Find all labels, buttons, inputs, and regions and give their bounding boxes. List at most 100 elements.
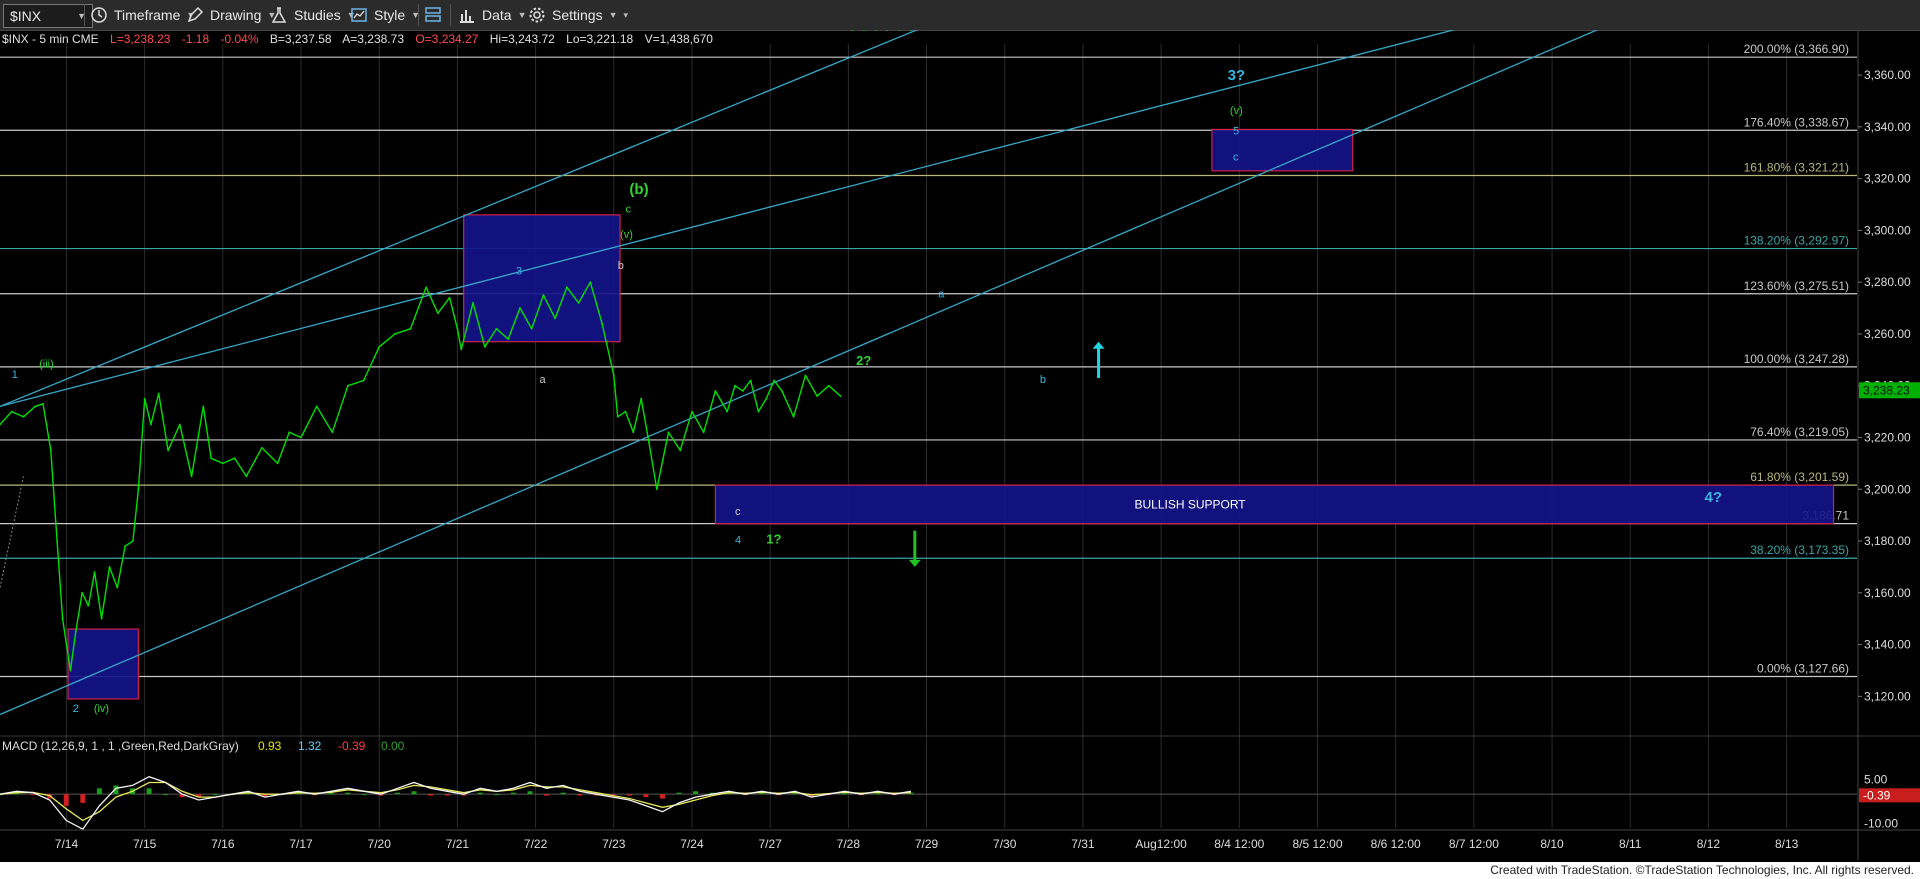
price-point [851, 30, 854, 31]
price-point [261, 446, 263, 449]
price-point [655, 488, 658, 491]
settings-menu[interactable]: Settings ▼ ▾ [528, 4, 628, 26]
price-point [495, 327, 498, 330]
bullish-support-label: BULLISH SUPPORT [1134, 497, 1246, 511]
y-axis-tick-label: 3,140.00 [1864, 638, 1911, 652]
trendlines [0, 30, 1599, 716]
x-axis-tick-label: Aug12:00 [1135, 837, 1187, 851]
price-point [288, 431, 291, 434]
x-axis-tick-label: 7/28 [837, 837, 861, 851]
price-point [190, 475, 193, 478]
price-point [210, 457, 213, 460]
price-point [519, 307, 521, 309]
macd-histogram-bar [676, 792, 682, 795]
x-axis-tick-label: 7/24 [680, 837, 704, 851]
symbol-selector[interactable]: $INX ▼ [3, 4, 93, 28]
toolbar-divider [450, 4, 451, 26]
price-point [804, 374, 807, 377]
price-point [315, 405, 318, 408]
wave-label: (iv) [94, 703, 109, 715]
price-line [0, 281, 841, 672]
x-axis-tick-label: 8/12 [1697, 837, 1721, 851]
copyright-footer: Created with TradeStation. ©TradeStation… [1490, 863, 1914, 877]
chart-style-icon [351, 8, 367, 22]
price-point [780, 389, 783, 392]
wave-label: 1 [12, 369, 18, 381]
timeframe-label: Timeframe [114, 7, 181, 23]
data-label: Data [482, 7, 512, 23]
price-point [577, 301, 580, 304]
macd-histogram-bar [444, 794, 450, 796]
wave-label: a [540, 374, 547, 386]
macd-histogram-bar [411, 791, 417, 795]
chart-toolbar: $INX ▼ Timeframe ▼ Drawing ▼ Studies ▼ S… [0, 0, 1920, 31]
drawing-menu[interactable]: Drawing ▼ [186, 4, 276, 26]
macd-histogram-bar [394, 792, 400, 795]
wave-label: c [626, 203, 632, 215]
macd-histogram-bar [659, 794, 665, 799]
layout-button[interactable] [424, 4, 448, 26]
macd-histogram-bar [875, 793, 881, 795]
price-point [202, 405, 205, 408]
macd-axis-label: 5.00 [1864, 773, 1888, 787]
trend-channel-line [0, 30, 1456, 408]
y-axis-tick-label: 3,340.00 [1864, 120, 1911, 134]
more-caret-icon: ▾ [623, 9, 629, 20]
y-axis-tick-label: 3,160.00 [1864, 586, 1911, 600]
price-point [167, 449, 170, 452]
x-axis-tick-label: 8/5 12:00 [1292, 837, 1342, 851]
price-point [436, 312, 439, 315]
x-axis-tick-label: 8/4 12:00 [1214, 837, 1264, 851]
price-point [773, 379, 775, 382]
timeframe-menu[interactable]: Timeframe ▼ [90, 4, 195, 26]
price-point [378, 345, 381, 348]
price-point [691, 410, 693, 413]
style-menu[interactable]: Style ▼ [350, 4, 420, 26]
price-point [143, 397, 146, 400]
price-point [178, 423, 181, 426]
wave-label: 4? [1705, 489, 1723, 506]
x-axis-tick-label: 7/30 [993, 837, 1017, 851]
studies-label: Studies [294, 7, 341, 23]
price-point [221, 462, 224, 465]
arrow-head [908, 559, 921, 567]
x-axis-tick-label: 7/22 [524, 837, 548, 851]
price-point [150, 423, 152, 426]
price-chart[interactable]: 200.00% (3,366.90)176.40% (3,338.67)161.… [0, 30, 1920, 862]
macd-histogram-bar [80, 794, 86, 803]
price-point [554, 317, 557, 320]
price-point [827, 384, 830, 387]
price-point [393, 333, 396, 335]
macd-histogram-bar [428, 794, 434, 796]
price-point [276, 462, 279, 465]
x-axis-tick-label: 7/27 [758, 837, 782, 851]
macd-signal-line [0, 781, 911, 822]
price-point [81, 591, 83, 594]
macd-histogram-bar [560, 792, 566, 795]
wave-label: (iii) [39, 359, 54, 371]
macd-histogram-bar [577, 794, 583, 796]
price-point [56, 540, 58, 542]
x-axis-tick-label: 7/20 [368, 837, 392, 851]
price-point [245, 475, 248, 478]
wave-label: (b) [629, 181, 648, 198]
toolbar-divider [418, 4, 419, 26]
macd-histogram-bar [328, 793, 334, 795]
price-point [648, 441, 650, 444]
price-point [734, 384, 736, 387]
price-point [741, 389, 744, 392]
style-label: Style [374, 7, 406, 23]
drawing-label: Drawing [210, 7, 262, 23]
price-point [874, 30, 877, 31]
macd-histogram-bar [345, 792, 351, 795]
x-axis-tick-label: 8/11 [1619, 837, 1642, 851]
y-axis-tick-label: 3,280.00 [1864, 275, 1911, 289]
x-axis-tick-label: 7/15 [133, 837, 157, 851]
wave-label: b [618, 260, 624, 272]
macd-histogram-bar [63, 794, 69, 806]
fib-level-label: 200.00% (3,366.90) [1744, 42, 1849, 56]
studies-menu[interactable]: Studies ▼ [270, 4, 356, 26]
data-menu[interactable]: Data ▼ [458, 4, 527, 26]
wave-label: 3? [1228, 67, 1246, 84]
x-axis-tick-label: 7/31 [1071, 837, 1095, 851]
